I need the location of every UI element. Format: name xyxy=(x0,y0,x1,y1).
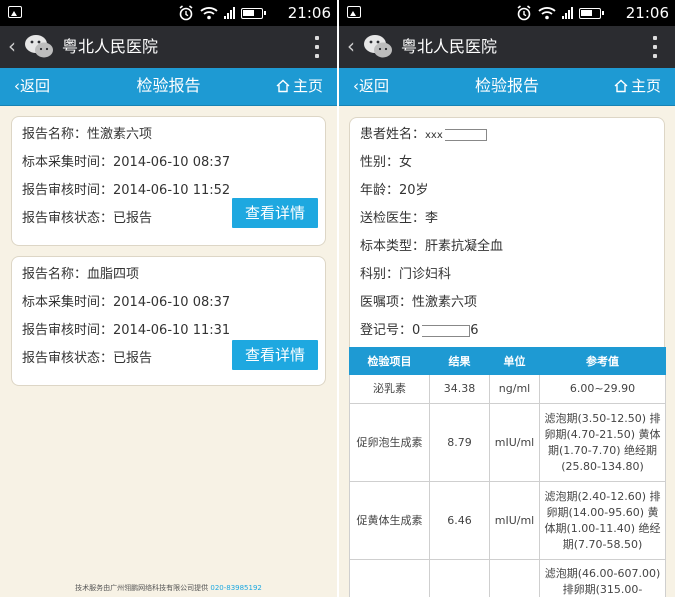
result-cell: 34.38 xyxy=(429,374,490,404)
home-icon xyxy=(614,79,628,93)
redacted-box xyxy=(422,324,471,337)
report-detail-screen: 21:06 ‹ 粤北人民医院 ‹返回 检验报告 主页 患者姓名：xxx 性别：女… xyxy=(339,0,675,597)
page-nav-bar: ‹返回 检验报告 主页 xyxy=(339,68,675,106)
result-cell: 6.46 xyxy=(429,481,490,560)
report-name: 血脂四项 xyxy=(87,267,140,282)
doctor-row: 送检医生：李 xyxy=(360,211,439,226)
app-title-bar: ‹ 粤北人民医院 xyxy=(339,26,675,68)
alarm-icon xyxy=(179,5,193,21)
back-chevron-icon[interactable]: ‹ xyxy=(8,34,16,58)
report-card: 报告名称：性激素六项 标本采集时间：2014-06-10 08:37 报告审核时… xyxy=(11,116,326,246)
app-title: 粤北人民医院 xyxy=(401,37,498,56)
result-cell: 8.79 xyxy=(429,403,490,482)
col-header: 参考值 xyxy=(539,347,666,375)
report-card: 报告名称：血脂四项 标本采集时间：2014-06-10 08:37 报告审核时间… xyxy=(11,256,326,386)
view-detail-button[interactable]: 查看详情 xyxy=(232,198,318,228)
gender-row: 性别：女 xyxy=(360,155,413,170)
table-row: 泌乳素 34.38 ng/ml 6.00~29.90 xyxy=(349,374,666,404)
item-cell: 泌乳素 xyxy=(349,374,430,404)
signal-icon xyxy=(224,7,235,19)
wifi-icon xyxy=(200,7,218,20)
battery-icon xyxy=(241,7,266,19)
home-button[interactable]: 主页 xyxy=(614,76,661,96)
view-detail-button[interactable]: 查看详情 xyxy=(232,340,318,370)
wechat-logo-icon xyxy=(25,35,53,58)
table-row: 促卵泡生成素 8.79 mIU/ml 滤泡期(3.50-12.50) 排卵期(4… xyxy=(349,403,666,482)
patient-name-row: 患者姓名：xxx xyxy=(360,126,487,145)
order-row: 医嘱项：性激素六项 xyxy=(360,295,478,310)
status-time: 21:06 xyxy=(625,4,669,22)
specimen-row: 标本类型：肝素抗凝全血 xyxy=(360,239,504,254)
status-badge: 已报告 xyxy=(113,351,153,366)
patient-info-panel: 患者姓名：xxx 性别：女 年龄：20岁 送检医生：李 标本类型：肝素抗凝全血 … xyxy=(349,117,665,347)
back-chevron-icon[interactable]: ‹ xyxy=(347,34,355,58)
table-row: 滤泡期(46.00-607.00) 排卵期(315.00-1828.00) 黄 xyxy=(349,559,666,597)
result-cell xyxy=(429,559,490,597)
app-title-bar: ‹ 粤北人民医院 xyxy=(0,26,337,68)
unit-cell: mIU/ml xyxy=(489,481,540,560)
ref-cell: 滤泡期(46.00-607.00) 排卵期(315.00-1828.00) 黄 xyxy=(539,559,666,597)
wifi-icon xyxy=(538,7,556,20)
home-icon xyxy=(276,79,290,93)
collect-time-row: 标本采集时间：2014-06-10 08:37 xyxy=(22,295,231,310)
footer-phone-link[interactable]: 020-83985192 xyxy=(210,584,262,592)
report-name-row: 报告名称：性激素六项 xyxy=(22,127,153,142)
department-row: 科别：门诊妇科 xyxy=(360,267,452,282)
home-button[interactable]: 主页 xyxy=(276,76,323,96)
age-row: 年龄：20岁 xyxy=(360,183,429,198)
battery-icon xyxy=(579,7,604,19)
redacted-box xyxy=(444,128,487,141)
more-options-icon[interactable] xyxy=(653,36,657,58)
col-header: 单位 xyxy=(489,347,540,375)
collect-time-row: 标本采集时间：2014-06-10 08:37 xyxy=(22,155,231,170)
ref-cell: 滤泡期(2.40-12.60) 排卵期(14.00-95.60) 黄体期(1.0… xyxy=(539,481,666,560)
patient-name: xxx xyxy=(425,130,443,141)
registration-row: 登记号：0 6 xyxy=(360,323,479,338)
status-badge: 已报告 xyxy=(113,211,153,226)
audit-status-row: 报告审核状态：已报告 xyxy=(22,211,153,226)
audit-time-row: 报告审核时间：2014-06-10 11:52 xyxy=(22,183,231,198)
table-row: 促黄体生成素 6.46 mIU/ml 滤泡期(2.40-12.60) 排卵期(1… xyxy=(349,481,666,560)
image-notification-icon xyxy=(347,6,361,18)
report-name-row: 报告名称：血脂四项 xyxy=(22,267,140,282)
page-nav-bar: ‹返回 检验报告 主页 xyxy=(0,68,337,106)
item-cell: 促卵泡生成素 xyxy=(349,403,430,482)
unit-cell: mIU/ml xyxy=(489,403,540,482)
unit-cell: ng/ml xyxy=(489,374,540,404)
report-name: 性激素六项 xyxy=(87,127,153,142)
col-header: 检验项目 xyxy=(349,347,430,375)
ref-cell: 6.00~29.90 xyxy=(539,374,666,404)
col-header: 结果 xyxy=(429,347,490,375)
audit-status-row: 报告审核状态：已报告 xyxy=(22,351,153,366)
ref-cell: 滤泡期(3.50-12.50) 排卵期(4.70-21.50) 黄体期(1.70… xyxy=(539,403,666,482)
status-time: 21:06 xyxy=(287,4,331,22)
report-list-screen: 21:06 ‹ 粤北人民医院 ‹返回 检验报告 主页 报告名称：性激素六项 标本… xyxy=(0,0,337,597)
signal-icon xyxy=(562,7,573,19)
results-table: 检验项目 结果 单位 参考值 泌乳素 34.38 ng/ml 6.00~29.9… xyxy=(349,347,666,597)
more-options-icon[interactable] xyxy=(315,36,319,58)
wechat-logo-icon xyxy=(364,35,392,58)
audit-time-row: 报告审核时间：2014-06-10 11:31 xyxy=(22,323,231,338)
table-header-row: 检验项目 结果 单位 参考值 xyxy=(349,347,666,375)
status-bar: 21:06 xyxy=(0,0,337,26)
item-cell xyxy=(349,559,430,597)
alarm-icon xyxy=(517,5,531,21)
app-title: 粤北人民医院 xyxy=(62,37,159,56)
item-cell: 促黄体生成素 xyxy=(349,481,430,560)
unit-cell xyxy=(489,559,540,597)
footer-credit: 技术服务由广州翎鹏网络科技有限公司提供 020-83985192 xyxy=(75,584,262,592)
status-bar: 21:06 xyxy=(339,0,675,26)
image-notification-icon xyxy=(8,6,22,18)
